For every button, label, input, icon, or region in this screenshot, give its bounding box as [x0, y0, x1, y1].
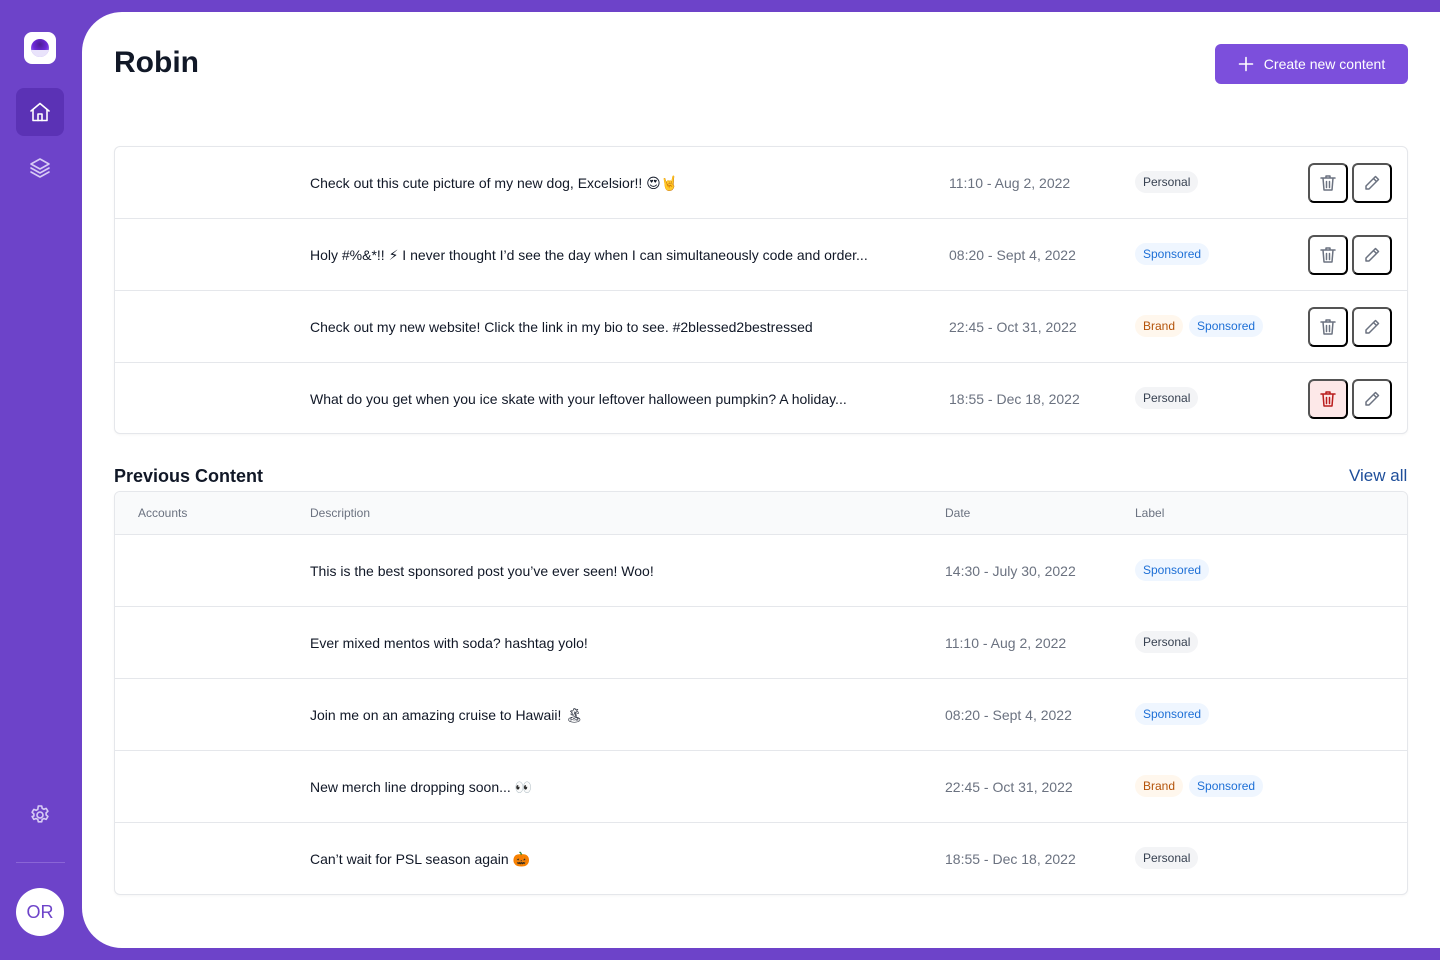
pencil-icon [1365, 247, 1380, 262]
row-date: 18:55 - Dec 18, 2022 [945, 851, 1076, 867]
row-description: What do you get when you ice skate with … [310, 391, 847, 407]
edit-button[interactable] [1352, 163, 1392, 203]
sidebar-divider [16, 862, 65, 863]
table-header: Accounts Description Date Label [115, 492, 1407, 535]
row-description: Can’t wait for PSL season again 🎃 [310, 851, 531, 867]
table-row[interactable]: Ever mixed mentos with soda? hashtag yol… [115, 607, 1407, 679]
row-description: Check out this cute picture of my new do… [310, 175, 679, 191]
label-badge: Personal [1135, 847, 1199, 869]
avatar[interactable]: OR [16, 888, 64, 936]
trash-icon [1320, 175, 1336, 191]
row-labels: Personal [1135, 387, 1199, 409]
table-row[interactable]: This is the best sponsored post you’ve e… [115, 535, 1407, 607]
previous-content-title: Previous Content [114, 466, 264, 486]
label-badge: Sponsored [1189, 775, 1264, 797]
row-date: 08:20 - Sept 4, 2022 [945, 707, 1072, 723]
row-labels: Personal [1135, 631, 1199, 653]
row-labels: Sponsored [1135, 703, 1210, 725]
delete-button[interactable] [1308, 163, 1348, 203]
page-title: Robin [114, 46, 199, 79]
label-badge: Personal [1135, 387, 1199, 409]
edit-button[interactable] [1352, 235, 1392, 275]
edit-button[interactable] [1352, 379, 1392, 419]
row-labels: Sponsored [1135, 559, 1210, 581]
main-panel: Robin Create new content Check out this … [82, 12, 1440, 948]
row-labels: Personal [1135, 847, 1199, 869]
gear-icon [31, 805, 49, 823]
row-labels: Brand Sponsored [1135, 775, 1264, 797]
row-date: 14:30 - July 30, 2022 [945, 563, 1076, 579]
edit-button[interactable] [1352, 307, 1392, 347]
row-date: 18:55 - Dec 18, 2022 [949, 391, 1080, 407]
row-date: 08:20 - Sept 4, 2022 [949, 247, 1076, 263]
trash-icon [1320, 391, 1336, 407]
row-description: Join me on an amazing cruise to Hawaii! … [310, 707, 584, 723]
table-row[interactable]: Check out my new website! Click the link… [115, 291, 1407, 363]
row-description: This is the best sponsored post you’ve e… [310, 563, 654, 579]
create-content-button[interactable]: Create new content [1215, 44, 1408, 84]
create-content-label: Create new content [1263, 56, 1386, 72]
sidebar: OR [0, 0, 82, 960]
plus-icon [1238, 56, 1254, 72]
layers-icon [30, 158, 50, 178]
table-row[interactable]: What do you get when you ice skate with … [115, 363, 1407, 433]
row-labels: Personal [1135, 171, 1199, 193]
table-row[interactable]: Check out this cute picture of my new do… [115, 147, 1407, 219]
column-header-date: Date [945, 506, 971, 520]
delete-button[interactable] [1308, 307, 1348, 347]
home-icon [30, 102, 50, 122]
settings-button[interactable] [16, 791, 64, 839]
table-row[interactable]: Join me on an amazing cruise to Hawaii! … [115, 679, 1407, 751]
row-labels: Brand Sponsored [1135, 315, 1264, 337]
trash-icon [1320, 247, 1336, 263]
app-logo[interactable] [24, 32, 56, 64]
upcoming-content-card: Check out this cute picture of my new do… [114, 146, 1408, 434]
label-badge: Sponsored [1189, 315, 1264, 337]
nav-layers-button[interactable] [16, 144, 64, 192]
label-badge: Personal [1135, 631, 1199, 653]
label-badge: Personal [1135, 171, 1199, 193]
table-row[interactable]: Holy #%&*!! ⚡ I never thought I’d see th… [115, 219, 1407, 291]
label-badge: Sponsored [1135, 243, 1210, 265]
row-date: 11:10 - Aug 2, 2022 [949, 175, 1071, 191]
view-all-link[interactable]: View all [1349, 466, 1407, 486]
previous-content-table: Accounts Description Date Label This is … [114, 491, 1408, 895]
delete-button[interactable] [1308, 235, 1348, 275]
column-header-description: Description [310, 506, 371, 520]
row-date: 11:10 - Aug 2, 2022 [945, 635, 1067, 651]
table-row[interactable]: Can’t wait for PSL season again 🎃 18:55 … [115, 823, 1407, 894]
nav-home-button[interactable] [16, 88, 64, 136]
column-header-accounts: Accounts [138, 506, 188, 520]
row-date: 22:45 - Oct 31, 2022 [949, 319, 1077, 335]
column-header-label: Label [1135, 506, 1165, 520]
table-row[interactable]: New merch line dropping soon... 👀 22:45 … [115, 751, 1407, 823]
pencil-icon [1365, 391, 1380, 406]
pencil-icon [1365, 319, 1380, 334]
label-badge: Brand [1135, 315, 1184, 337]
row-description: New merch line dropping soon... 👀 [310, 779, 533, 795]
pencil-icon [1365, 175, 1380, 190]
row-date: 22:45 - Oct 31, 2022 [945, 779, 1073, 795]
row-description: Check out my new website! Click the link… [310, 319, 813, 335]
label-badge: Sponsored [1135, 703, 1210, 725]
row-description: Holy #%&*!! ⚡ I never thought I’d see th… [310, 247, 868, 263]
label-badge: Brand [1135, 775, 1184, 797]
row-labels: Sponsored [1135, 243, 1210, 265]
trash-icon [1320, 319, 1336, 335]
row-description: Ever mixed mentos with soda? hashtag yol… [310, 635, 588, 651]
delete-button[interactable] [1308, 379, 1348, 419]
label-badge: Sponsored [1135, 559, 1210, 581]
